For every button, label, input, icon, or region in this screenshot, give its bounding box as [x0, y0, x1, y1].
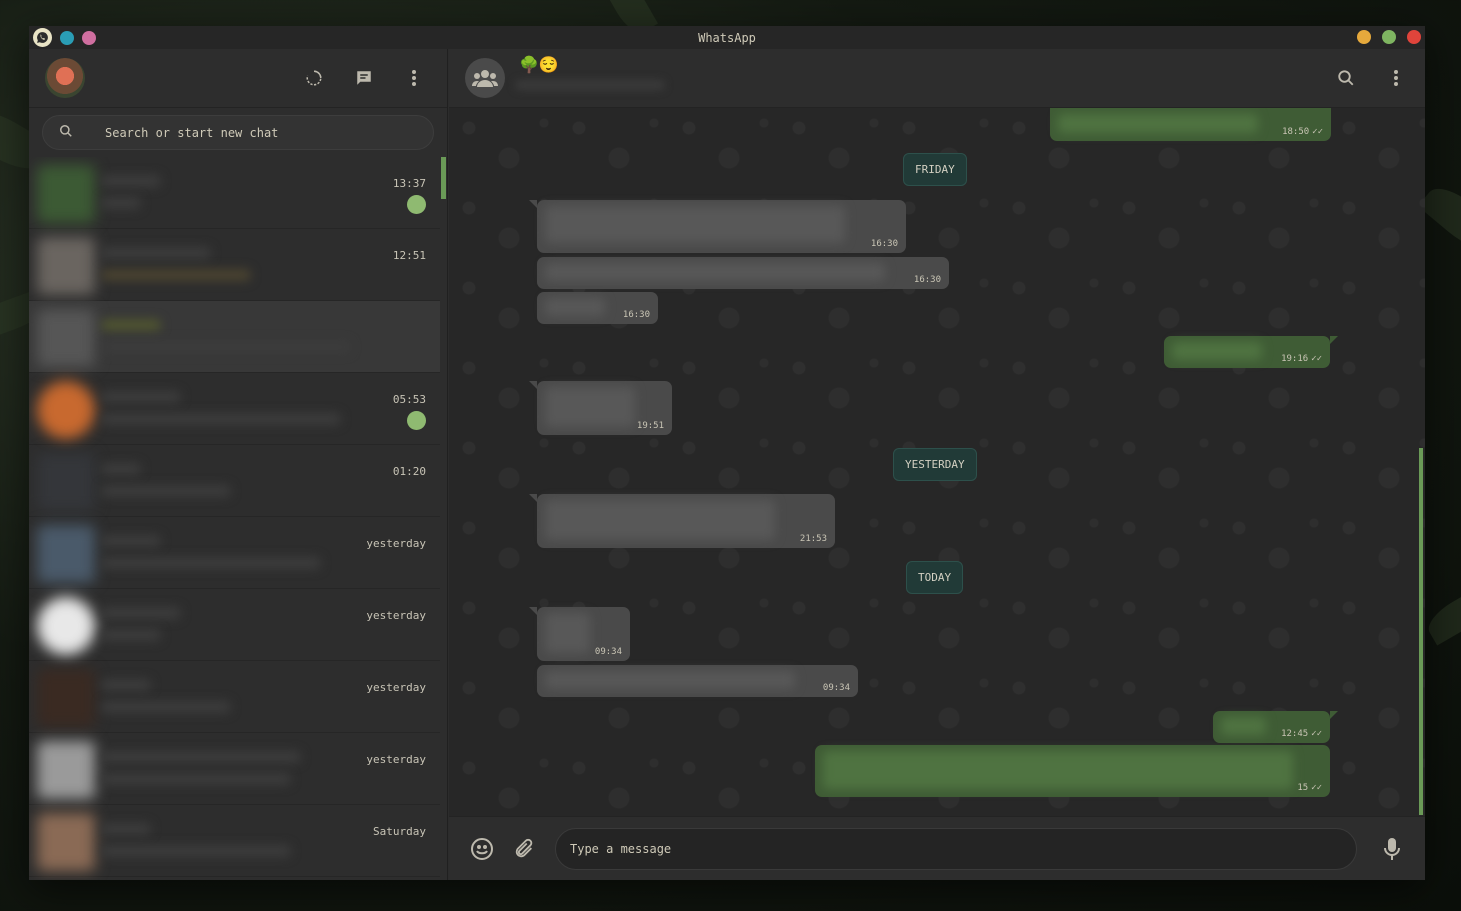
conversation-menu-icon[interactable] — [1387, 69, 1405, 87]
microphone-icon[interactable] — [1379, 836, 1405, 862]
double-check-icon: ✓✓ — [1312, 127, 1323, 137]
chat-avatar — [37, 381, 95, 439]
message-time: 09:34 — [594, 647, 622, 657]
sidebar-header — [29, 49, 447, 108]
chat-avatar — [37, 597, 95, 655]
emoji-icon[interactable] — [469, 836, 495, 862]
message-time: 15 ✓✓ — [1297, 783, 1322, 793]
title-dot-teal[interactable] — [60, 30, 74, 45]
chat-list-scrollbar[interactable] — [440, 157, 447, 880]
date-divider: TODAY — [906, 561, 964, 594]
message-time: 19:51 — [636, 421, 664, 431]
message-time: 12:45 ✓✓ — [1281, 729, 1322, 739]
status-icon[interactable] — [305, 69, 323, 87]
minimize-button[interactable] — [1357, 30, 1371, 44]
message-incoming[interactable]: 16:30 — [537, 292, 658, 324]
chat-avatar — [37, 453, 95, 511]
double-check-icon: ✓✓ — [1311, 729, 1322, 739]
chat-time: yesterday — [366, 537, 426, 550]
message-time: 09:34 — [822, 683, 850, 693]
chat-row-2[interactable]: 12:51 — [29, 229, 440, 301]
chat-time: 12:51 — [392, 249, 426, 262]
new-chat-icon[interactable] — [355, 69, 373, 87]
title-bar: WhatsApp — [29, 26, 1425, 49]
chat-row-1[interactable]: 13:37 — [29, 157, 440, 229]
group-avatar-icon[interactable] — [465, 58, 505, 98]
message-time: 16:30 — [622, 310, 650, 320]
composer — [449, 816, 1425, 880]
message-incoming[interactable]: 16:30 — [529, 200, 906, 253]
menu-icon[interactable] — [405, 69, 423, 87]
window-title: WhatsApp — [698, 30, 756, 45]
message-area: 18:50 ✓✓ FRIDAY 16:30 16:30 16:30 19:16 ✓✓ — [449, 108, 1425, 816]
my-avatar[interactable] — [45, 58, 85, 98]
search-input[interactable] — [105, 125, 385, 140]
chat-avatar — [37, 309, 95, 367]
message-incoming[interactable]: 19:51 — [529, 381, 672, 435]
chat-row-6[interactable]: yesterday — [29, 517, 440, 589]
conversation-header[interactable]: 🌳😌 — [449, 49, 1425, 108]
group-participants — [515, 80, 665, 90]
chat-row-7[interactable]: yesterday — [29, 589, 440, 661]
chat-row-5[interactable]: 01:20 — [29, 445, 440, 517]
search-box[interactable] — [42, 115, 434, 150]
whatsapp-logo-icon — [33, 28, 52, 47]
double-check-icon: ✓✓ — [1311, 354, 1322, 364]
title-dot-pink[interactable] — [82, 30, 96, 45]
chat-avatar — [37, 813, 95, 871]
message-outgoing[interactable]: 19:16 ✓✓ — [1164, 336, 1338, 368]
chat-row-9[interactable]: yesterday — [29, 733, 440, 805]
message-time: 21:53 — [799, 534, 827, 544]
search-icon — [59, 123, 73, 142]
message-time: 18:50 ✓✓ — [1282, 127, 1323, 137]
message-time: 16:30 — [870, 239, 898, 249]
chat-avatar — [37, 237, 95, 295]
chat-row-8[interactable]: yesterday — [29, 661, 440, 733]
messages-scrollbar[interactable] — [1419, 448, 1423, 815]
chat-time: yesterday — [366, 609, 426, 622]
message-outgoing[interactable]: 15 ✓✓ — [815, 745, 1330, 797]
maximize-button[interactable] — [1382, 30, 1396, 44]
message-incoming[interactable]: 09:34 — [529, 607, 630, 661]
chat-avatar — [37, 165, 95, 223]
sidebar: 13:37 12:51 05:53 01:20 — [29, 49, 448, 880]
chat-row-10[interactable]: Saturday — [29, 805, 440, 877]
close-button[interactable] — [1407, 30, 1421, 44]
message-outgoing[interactable]: 12:45 ✓✓ — [1213, 711, 1338, 743]
chat-time: Saturday — [373, 825, 426, 838]
unread-badge — [407, 195, 426, 214]
message-incoming[interactable]: 09:34 — [537, 665, 858, 697]
chat-time: yesterday — [366, 681, 426, 694]
message-incoming[interactable]: 16:30 — [537, 257, 949, 289]
message-incoming[interactable]: 21:53 — [529, 494, 835, 548]
app-window: WhatsApp Search or start new chat 13:37 … — [29, 26, 1425, 880]
chat-list: 13:37 12:51 05:53 01:20 yesterday yester… — [29, 157, 440, 880]
message-input[interactable] — [570, 841, 1356, 856]
group-name: 🌳😌 — [519, 55, 559, 74]
message-time: 16:30 — [913, 275, 941, 285]
unread-badge — [407, 411, 426, 430]
chat-time: 01:20 — [392, 465, 426, 478]
attach-icon[interactable] — [511, 836, 537, 862]
conversation-pane: 🌳😌 18:50 ✓✓ FRIDAY 16:30 16:30 16:30 19:… — [449, 49, 1425, 880]
chat-row-3[interactable] — [29, 301, 440, 373]
search-messages-icon[interactable] — [1337, 69, 1355, 87]
date-divider: YESTERDAY — [893, 448, 977, 481]
chat-avatar — [37, 669, 95, 727]
message-time: 19:16 ✓✓ — [1281, 354, 1322, 364]
double-check-icon: ✓✓ — [1311, 783, 1322, 793]
date-divider: FRIDAY — [903, 153, 967, 186]
message-box[interactable] — [555, 827, 1357, 870]
chat-time: 13:37 — [392, 177, 426, 190]
chat-time: yesterday — [366, 753, 426, 766]
message-outgoing[interactable]: 18:50 ✓✓ — [1050, 108, 1331, 141]
chat-row-4[interactable]: 05:53 — [29, 373, 440, 445]
chat-time: 05:53 — [392, 393, 426, 406]
chat-avatar — [37, 525, 95, 583]
chat-avatar — [37, 741, 95, 799]
